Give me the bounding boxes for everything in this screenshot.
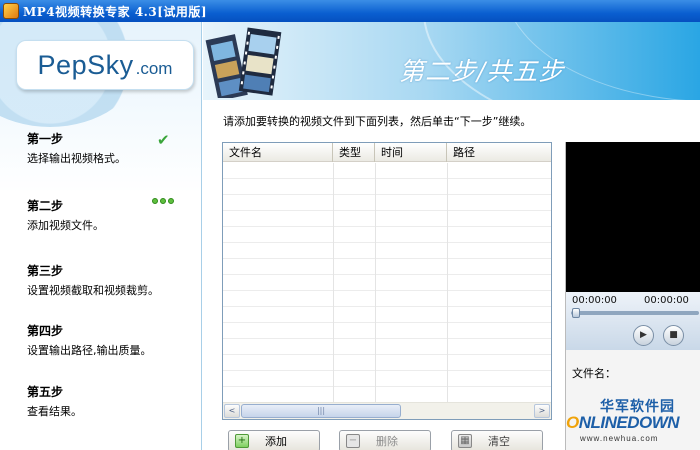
seek-bar[interactable] bbox=[571, 311, 699, 315]
column-divider bbox=[447, 163, 448, 403]
window-title: MP4视频转换专家 4.3[试用版] bbox=[23, 4, 208, 19]
horizontal-scrollbar[interactable]: < ||| > bbox=[223, 402, 551, 419]
film-strip-icon bbox=[205, 27, 282, 98]
logo-brand: PepSky bbox=[37, 49, 134, 80]
step-title: 第一步 bbox=[27, 132, 64, 146]
scroll-left-icon[interactable]: < bbox=[224, 404, 240, 418]
watermark-en-rest: NLINEDOWN bbox=[578, 413, 680, 432]
step-1: 第一步 选择输出视频格式。 bbox=[27, 131, 197, 167]
in-progress-dots-icon bbox=[152, 198, 174, 204]
step-desc: 添加视频文件。 bbox=[27, 219, 104, 232]
play-icon[interactable]: ▶ bbox=[633, 325, 654, 346]
onlinedown-watermark: 华军软件园 ONLINEDOWN www.newhua.com bbox=[566, 396, 700, 450]
stop-icon[interactable]: ■ bbox=[663, 325, 684, 346]
header-banner: 第二步/共五步 bbox=[203, 22, 700, 100]
delete-button-label: 删除 bbox=[376, 435, 398, 448]
step-desc: 设置输出路径,输出质量。 bbox=[27, 344, 152, 357]
scroll-thumb[interactable]: ||| bbox=[241, 404, 401, 418]
current-time: 00:00:00 bbox=[572, 295, 617, 306]
step-title: 第五步 bbox=[27, 385, 64, 399]
list-rows[interactable] bbox=[223, 163, 551, 403]
scroll-right-icon[interactable]: > bbox=[534, 404, 550, 418]
column-divider bbox=[375, 163, 376, 403]
list-header: 文件名 类型 时间 路径 bbox=[223, 143, 551, 162]
clear-button[interactable]: ▦ 清空 bbox=[451, 430, 543, 450]
step-3: 第三步 设置视频截取和视频裁剪。 bbox=[27, 263, 197, 299]
step-desc: 选择输出视频格式。 bbox=[27, 152, 126, 165]
clear-icon: ▦ bbox=[458, 434, 472, 448]
step-title: 第四步 bbox=[27, 324, 64, 338]
watermark-o: O bbox=[566, 413, 579, 432]
column-divider bbox=[333, 163, 334, 403]
column-header-path[interactable]: 路径 bbox=[447, 143, 551, 162]
step-4: 第四步 设置输出路径,输出质量。 bbox=[27, 323, 197, 359]
app-icon bbox=[3, 3, 19, 19]
column-header-time[interactable]: 时间 bbox=[375, 143, 447, 162]
step-heading: 第二步/共五步 bbox=[399, 57, 565, 86]
step-desc: 查看结果。 bbox=[27, 405, 82, 418]
plus-icon: + bbox=[235, 434, 249, 448]
watermark-url: www.newhua.com bbox=[580, 434, 659, 443]
total-time: 00:00:00 bbox=[644, 295, 689, 306]
title-bar[interactable]: MP4视频转换专家 4.3[试用版] bbox=[0, 0, 700, 22]
file-list[interactable]: 文件名 类型 时间 路径 < ||| > bbox=[222, 142, 552, 420]
logo-suffix: .com bbox=[135, 58, 173, 78]
check-icon: ✔ bbox=[157, 131, 170, 149]
add-button[interactable]: + 添加 bbox=[228, 430, 320, 450]
filename-label: 文件名： bbox=[572, 367, 616, 380]
instruction-text: 请添加要转换的视频文件到下面列表，然后单击“下一步”继续。 bbox=[223, 115, 532, 128]
watermark-en: ONLINEDOWN bbox=[566, 413, 680, 433]
delete-button[interactable]: − 删除 bbox=[339, 430, 431, 450]
pepsky-logo: PepSky .com bbox=[16, 40, 194, 90]
step-desc: 设置视频截取和视频裁剪。 bbox=[27, 284, 159, 297]
add-button-label: 添加 bbox=[265, 435, 287, 448]
player-controls: 00:00:00 00:00:00 ▶ ■ bbox=[566, 292, 700, 350]
minus-icon: − bbox=[346, 434, 360, 448]
seek-handle[interactable] bbox=[572, 308, 580, 318]
step-5: 第五步 查看结果。 bbox=[27, 384, 197, 420]
column-header-type[interactable]: 类型 bbox=[333, 143, 375, 162]
video-preview bbox=[566, 142, 700, 292]
clear-button-label: 清空 bbox=[488, 435, 510, 448]
step-title: 第三步 bbox=[27, 264, 64, 278]
column-header-filename[interactable]: 文件名 bbox=[223, 143, 333, 162]
